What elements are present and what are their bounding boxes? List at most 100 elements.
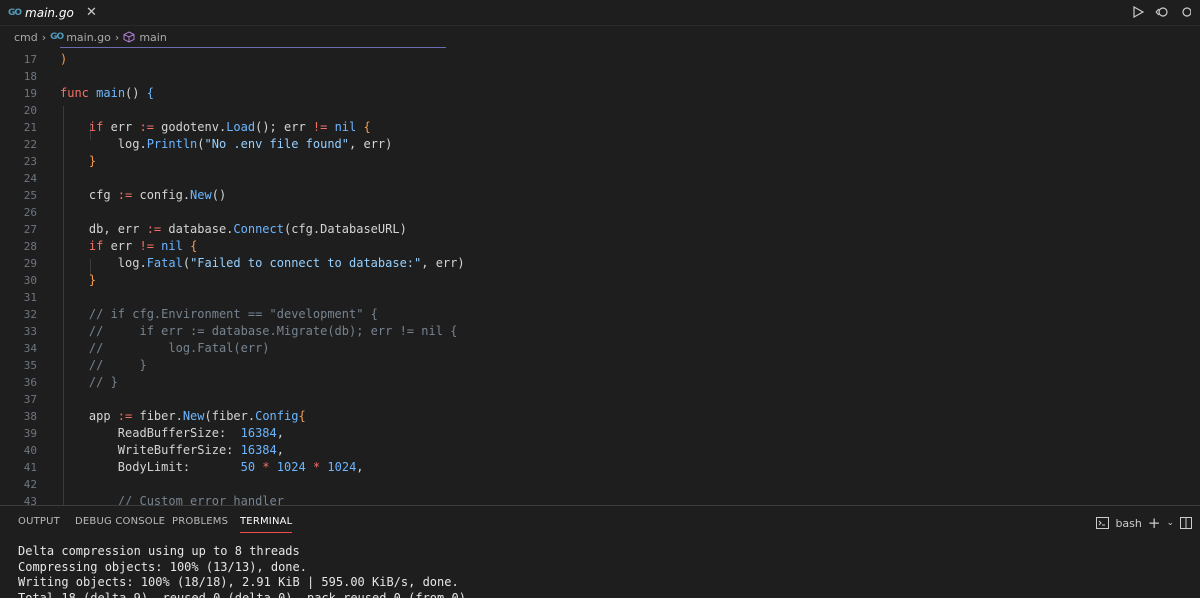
- breadcrumb-symbol[interactable]: main: [123, 30, 167, 44]
- tab-output[interactable]: OUTPUT: [18, 516, 60, 527]
- line-number: 35: [23, 359, 37, 372]
- code-text: // log.Fatal(err): [88, 341, 270, 355]
- line-number: 32: [23, 308, 37, 321]
- line-number: 39: [23, 427, 37, 440]
- terminal-output[interactable]: Delta compression using up to 8 threads C…: [18, 544, 466, 598]
- bottom-panel: OUTPUT DEBUG CONSOLE PROBLEMS TERMINAL b…: [0, 505, 1200, 598]
- terminal-shell-label[interactable]: bash: [1115, 517, 1141, 530]
- more-actions-icon[interactable]: [1178, 4, 1194, 20]
- line-number: 37: [23, 393, 37, 406]
- panel-tab-bar: OUTPUT DEBUG CONSOLE PROBLEMS TERMINAL b…: [0, 506, 1200, 538]
- code-text: // if cfg.Environment == "development" {: [88, 307, 378, 321]
- code-editor[interactable]: 17) 18 19 func main() { 20 21 if err := godot…: [0, 48, 1200, 505]
- line-number: 31: [23, 291, 37, 304]
- code-line[interactable]: 39 ReadBufferSize: 16384,: [0, 425, 1200, 442]
- code-text: }: [88, 154, 97, 168]
- line-number: 42: [23, 478, 37, 491]
- code-line[interactable]: 38 app := fiber.New(fiber.Config{: [0, 408, 1200, 425]
- chevron-down-icon[interactable]: ⌄: [1166, 518, 1174, 528]
- terminal-line: Delta compression using up to 8 threads: [18, 544, 300, 558]
- code-line[interactable]: 19 func main() {: [0, 85, 1200, 102]
- chevron-right-icon: ›: [41, 30, 47, 44]
- code-line[interactable]: 42: [0, 476, 1200, 493]
- code-line[interactable]: 33 // if err := database.Migrate(db); er…: [0, 323, 1200, 340]
- code-text: if err := godotenv.Load(); err != nil {: [88, 120, 371, 134]
- tab-terminal[interactable]: TERMINAL: [240, 516, 293, 533]
- code-text: // }: [88, 358, 147, 372]
- tab-debug-console[interactable]: DEBUG CONSOLE: [75, 516, 165, 527]
- code-line[interactable]: 35 // }: [0, 357, 1200, 374]
- code-text: func main() {: [60, 86, 154, 100]
- code-text: app := fiber.New(fiber.Config{: [60, 409, 306, 423]
- breadcrumb-symbol-label: main: [139, 30, 167, 44]
- code-line[interactable]: 40 WriteBufferSize: 16384,: [0, 442, 1200, 459]
- line-number: 19: [23, 87, 37, 100]
- line-number: 17: [23, 53, 37, 66]
- code-line[interactable]: 32 // if cfg.Environment == "development…: [0, 306, 1200, 323]
- terminal-controls: bash + ⌄: [1096, 514, 1192, 532]
- breadcrumb-file[interactable]: GO main.go: [50, 31, 111, 44]
- code-line[interactable]: 37: [0, 391, 1200, 408]
- tab-title: main.go: [25, 6, 74, 20]
- close-icon[interactable]: ✕: [86, 5, 97, 20]
- code-line[interactable]: 21 if err := godotenv.Load(); err != nil…: [0, 119, 1200, 136]
- editor-tab-bar: GO main.go ✕: [0, 0, 1200, 26]
- line-number: 25: [23, 189, 37, 202]
- code-line[interactable]: 27 db, err := database.Connect(cfg.Datab…: [0, 221, 1200, 238]
- code-line[interactable]: 34 // log.Fatal(err): [0, 340, 1200, 357]
- line-number: 41: [23, 461, 37, 474]
- go-file-icon: GO: [8, 8, 22, 18]
- split-terminal-icon[interactable]: [1180, 517, 1192, 529]
- new-terminal-icon[interactable]: +: [1148, 514, 1161, 532]
- line-number: 40: [23, 444, 37, 457]
- line-number: 36: [23, 376, 37, 389]
- line-number: 38: [23, 410, 37, 423]
- chevron-right-icon: ›: [114, 30, 120, 44]
- line-number: 20: [23, 104, 37, 117]
- line-number: 30: [23, 274, 37, 287]
- tab-problems[interactable]: PROBLEMS: [172, 516, 228, 527]
- line-number: 18: [23, 70, 37, 83]
- line-number: 26: [23, 206, 37, 219]
- line-number: 23: [23, 155, 37, 168]
- terminal-line: Compressing objects: 100% (13/13), done.: [18, 559, 307, 574]
- code-line[interactable]: 26: [0, 204, 1200, 221]
- code-line[interactable]: 20: [0, 102, 1200, 119]
- code-line[interactable]: 18: [0, 68, 1200, 85]
- code-text: // if err := database.Migrate(db); err !…: [88, 324, 458, 338]
- terminal-icon: [1096, 517, 1110, 529]
- symbol-method-icon: [123, 31, 135, 43]
- code-text: ReadBufferSize: 16384,: [60, 426, 284, 440]
- code-text: BodyLimit: 50 * 1024 * 1024,: [60, 460, 364, 474]
- breadcrumb-folder[interactable]: cmd: [14, 31, 38, 44]
- code-line[interactable]: 41 BodyLimit: 50 * 1024 * 1024,: [0, 459, 1200, 476]
- line-number: 21: [23, 121, 37, 134]
- editor-actions: [1130, 4, 1194, 20]
- tab-main-go[interactable]: GO main.go ✕: [0, 0, 106, 26]
- terminal-line: Writing objects: 100% (18/18), 2.91 KiB …: [18, 575, 459, 589]
- code-line[interactable]: 17): [0, 51, 1200, 68]
- code-line[interactable]: 36 // }: [0, 374, 1200, 391]
- code-line[interactable]: 29 log.Fatal("Failed to connect to datab…: [0, 255, 1200, 272]
- code-line[interactable]: 23 }: [0, 153, 1200, 170]
- code-text: log.Println("No .env file found", err): [60, 137, 393, 151]
- line-number: 34: [23, 342, 37, 355]
- code-text: db, err := database.Connect(cfg.Database…: [60, 222, 407, 236]
- code-line[interactable]: 22 log.Println("No .env file found", err…: [0, 136, 1200, 153]
- code-line[interactable]: 30 }: [0, 272, 1200, 289]
- code-text: // }: [88, 375, 118, 389]
- code-text: log.Fatal("Failed to connect to database…: [60, 256, 465, 270]
- line-number: 29: [23, 257, 37, 270]
- code-line[interactable]: 31: [0, 289, 1200, 306]
- code-line[interactable]: 24: [0, 170, 1200, 187]
- code-line[interactable]: 28 if err != nil {: [0, 238, 1200, 255]
- line-number: 28: [23, 240, 37, 253]
- source-control-compare-icon[interactable]: [1154, 4, 1170, 20]
- code-line[interactable]: 25 cfg := config.New(): [0, 187, 1200, 204]
- run-icon[interactable]: [1130, 4, 1146, 20]
- code-text: }: [88, 273, 97, 287]
- line-number: 27: [23, 223, 37, 236]
- line-number: 43: [23, 495, 37, 505]
- breadcrumb-file-label: main.go: [66, 30, 111, 44]
- code-line[interactable]: 43 // Custom error handler: [0, 493, 1200, 505]
